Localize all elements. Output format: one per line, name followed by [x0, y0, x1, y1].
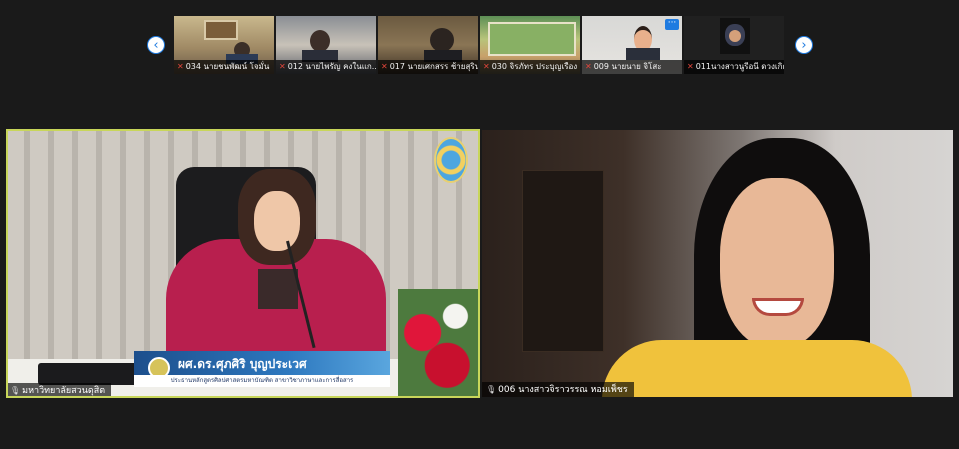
banner-speaker-role: ประธานหลักสูตรศิลปศาสตรมหาบัณฑิต สาขาวิช…	[134, 375, 390, 387]
participant-thumbnail[interactable]: ✕ 012 นายไพรัญ คงในแก...	[276, 16, 376, 74]
shelf	[522, 170, 604, 352]
participant-name: ✕ 034 นายชนพัฒน์ โจมั่น	[174, 60, 274, 74]
mic-muted-icon: ✕	[687, 62, 694, 71]
university-logo	[434, 137, 468, 183]
mic-muted-icon: ✕	[177, 62, 184, 71]
guest-shirt	[602, 340, 912, 397]
guest-name-label: 🎙 006 นางสาวจิราวรรณ หอมเพ็ชร	[482, 382, 634, 397]
participant-name: ✕ 011นางสาวนูรีอนี ดวงเกิด	[684, 60, 784, 74]
participant-thumbnail[interactable]: ✕ 011นางสาวนูรีอนี ดวงเกิด	[684, 16, 784, 74]
speaker-name-label: 🎙 มหาวิทยาลัยสวนดุสิต	[6, 383, 112, 398]
speaker-neck	[258, 269, 298, 309]
participant-name: ✕ 012 นายไพรัญ คงในแก...	[276, 60, 376, 74]
participant-thumbnail[interactable]: ··· ✕ 009 นายนาย จิโสะ	[582, 16, 682, 74]
mic-muted-icon: ✕	[279, 62, 286, 71]
guest-face	[720, 178, 834, 348]
mic-muted-icon: ✕	[483, 62, 490, 71]
mic-icon: 🎙	[10, 386, 21, 395]
flowers	[398, 289, 480, 398]
participant-name: ✕017 นายเศกสรร ช้ายสุรินท...	[378, 60, 478, 74]
mic-muted-icon: ✕	[381, 62, 388, 71]
guest-video-tile[interactable]: 🎙 006 นางสาวจิราวรรณ หอมเพ็ชร	[482, 130, 953, 397]
chevron-right-icon: ›	[801, 38, 807, 53]
more-options-button[interactable]: ···	[665, 19, 679, 30]
banner-speaker-name: ผศ.ดร.ศุภศิริ บุญประเวศ	[178, 357, 307, 371]
mic-icon: 🎙	[486, 385, 497, 394]
chevron-left-icon: ‹	[153, 38, 159, 53]
speaker-name-banner: ผศ.ดร.ศุภศิริ บุญประเวศ ประธานหลักสูตรศิ…	[134, 351, 390, 387]
participant-name: ✕ 009 นายนาย จิโสะ	[582, 60, 682, 74]
speaker-face	[254, 191, 300, 251]
mic-muted-icon: ✕	[585, 62, 592, 71]
prev-page-button[interactable]: ‹	[147, 36, 165, 54]
participant-name: ✕ 030 จิรภัทร ประบุญเรือง	[480, 60, 580, 74]
participant-thumbnail[interactable]: ✕017 นายเศกสรร ช้ายสุรินท...	[378, 16, 478, 74]
participant-thumbnail[interactable]: ✕ 034 นายชนพัฒน์ โจมั่น	[174, 16, 274, 74]
next-page-button[interactable]: ›	[795, 36, 813, 54]
speaker-video-tile[interactable]: ผศ.ดร.ศุภศิริ บุญประเวศ ประธานหลักสูตรศิ…	[6, 129, 480, 398]
participant-thumbnail[interactable]: ✕ 030 จิรภัทร ประบุญเรือง	[480, 16, 580, 74]
